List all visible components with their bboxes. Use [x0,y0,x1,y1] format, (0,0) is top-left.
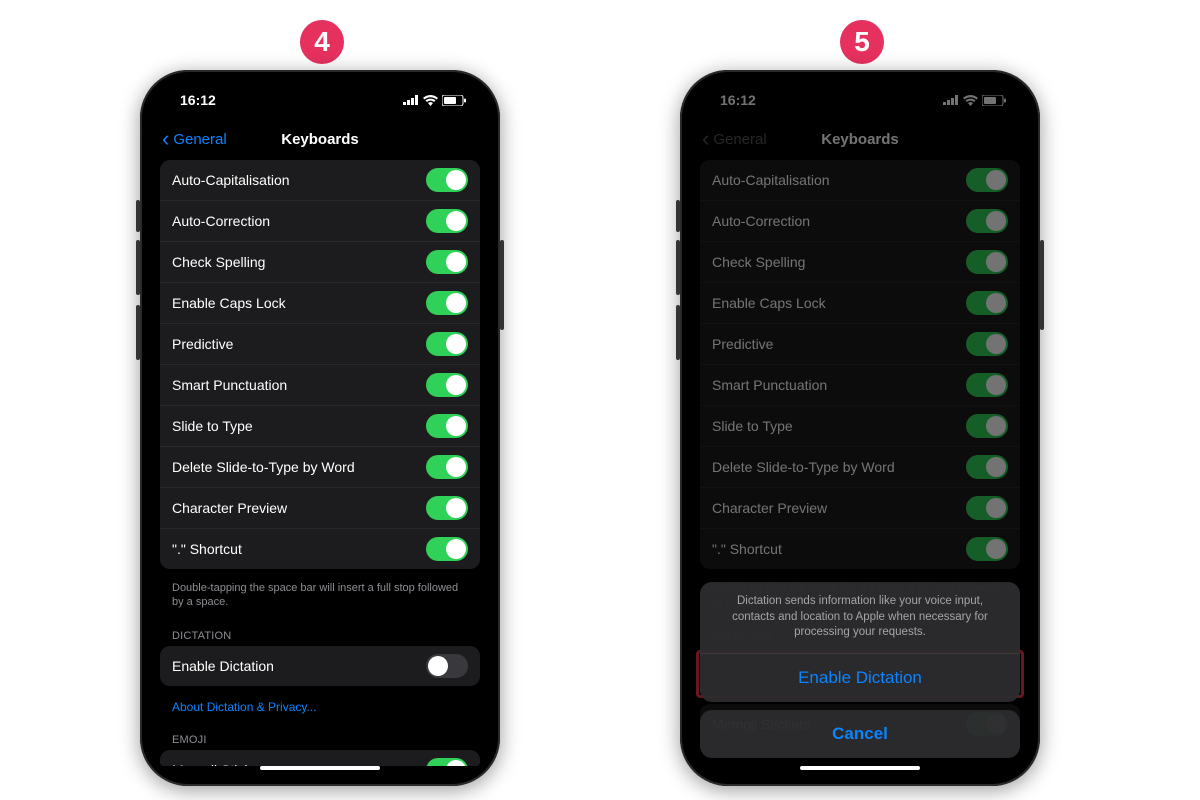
setting-row[interactable]: Check Spelling [160,242,480,283]
volume-down-button [676,305,680,360]
setting-label: Character Preview [172,500,287,516]
setting-label: Enable Caps Lock [172,295,286,311]
emoji-group: Memoji Stickers [160,750,480,766]
setting-toggle[interactable] [426,332,468,356]
action-sheet-message: Dictation sends information like your vo… [700,582,1020,654]
shortcut-footer: Double-tapping the space bar will insert… [160,577,480,620]
home-indicator[interactable] [260,766,380,770]
notch [245,80,395,106]
setting-toggle[interactable] [426,414,468,438]
wifi-icon [423,95,438,106]
mute-switch [676,200,680,232]
memoji-stickers-label: Memoji Stickers [172,762,271,766]
dictation-privacy-link[interactable]: About Dictation & Privacy... [160,694,480,724]
mute-switch [136,200,140,232]
volume-down-button [136,305,140,360]
action-sheet-main: Dictation sends information like your vo… [700,582,1020,702]
setting-label: Check Spelling [172,254,265,270]
setting-label: "." Shortcut [172,541,242,557]
setting-toggle[interactable] [426,537,468,561]
dictation-header: DICTATION [160,620,480,646]
screen: 16:12 ‹ General Keyboards Auto-Capi [690,80,1030,776]
enable-dictation-label: Enable Dictation [172,658,274,674]
setting-label: Auto-Capitalisation [172,172,290,188]
setting-row[interactable]: Enable Caps Lock [160,283,480,324]
emoji-header: EMOJI [160,724,480,750]
memoji-stickers-toggle[interactable] [426,758,468,766]
setting-toggle[interactable] [426,373,468,397]
setting-label: Delete Slide-to-Type by Word [172,459,355,475]
setting-row[interactable]: Character Preview [160,488,480,529]
screen: 16:12 ‹ General Keyboards Auto-Capi [150,80,490,776]
keyboard-settings-group: Auto-Capitalisation Auto-Correction Check … [160,160,480,569]
setting-label: Auto-Correction [172,213,270,229]
side-button [1040,240,1044,330]
setting-toggle[interactable] [426,291,468,315]
battery-icon [442,95,466,106]
step-badge-5: 5 [840,20,884,64]
setting-row[interactable]: Predictive [160,324,480,365]
setting-label: Slide to Type [172,418,253,434]
enable-dictation-action[interactable]: Enable Dictation [700,654,1020,702]
setting-row[interactable]: "." Shortcut [160,529,480,569]
status-time: 16:12 [180,92,216,108]
setting-row[interactable]: Smart Punctuation [160,365,480,406]
back-label: General [173,131,226,148]
setting-row[interactable]: Delete Slide-to-Type by Word [160,447,480,488]
action-sheet: Dictation sends information like your vo… [700,582,1020,758]
setting-label: Predictive [172,336,233,352]
enable-dictation-toggle[interactable] [426,654,468,678]
memoji-stickers-row[interactable]: Memoji Stickers [160,750,480,766]
volume-up-button [676,240,680,295]
setting-row[interactable]: Slide to Type [160,406,480,447]
cancel-button[interactable]: Cancel [700,710,1020,758]
volume-up-button [136,240,140,295]
setting-toggle[interactable] [426,168,468,192]
setting-row[interactable]: Auto-Capitalisation [160,160,480,201]
setting-label: Smart Punctuation [172,377,287,393]
setting-toggle[interactable] [426,455,468,479]
cellular-icon [403,95,419,105]
phone-step-5: 16:12 ‹ General Keyboards Auto-Capi [680,70,1040,786]
setting-toggle[interactable] [426,209,468,233]
nav-bar: ‹ General Keyboards [150,120,490,158]
setting-toggle[interactable] [426,250,468,274]
setting-row[interactable]: Auto-Correction [160,201,480,242]
phone-step-4: 16:12 ‹ General Keyboards Auto-Capi [140,70,500,786]
step-badge-4: 4 [300,20,344,64]
setting-toggle[interactable] [426,496,468,520]
dictation-group: Enable Dictation [160,646,480,686]
back-button[interactable]: ‹ General [162,131,227,148]
nav-title: Keyboards [281,131,359,148]
enable-dictation-row[interactable]: Enable Dictation [160,646,480,686]
side-button [500,240,504,330]
settings-content[interactable]: Auto-Capitalisation Auto-Correction Check … [160,160,480,766]
home-indicator[interactable] [800,766,920,770]
